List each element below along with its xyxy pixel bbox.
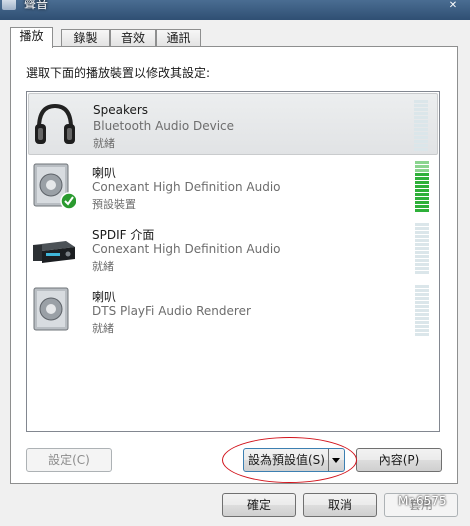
cancel-button[interactable]: 取消 — [303, 493, 377, 517]
meter-segment — [415, 325, 429, 328]
meter-segment — [415, 309, 429, 312]
headphones-icon — [35, 103, 75, 144]
device-name: 喇叭 — [92, 290, 117, 304]
device-item-speakers-dts[interactable]: 喇叭 DTS PlayFi Audio Renderer 就緒 — [28, 279, 438, 341]
device-description: Bluetooth Audio Device — [93, 119, 235, 133]
meter-segment — [415, 231, 429, 234]
meter-segment — [415, 321, 429, 324]
device-name: SPDIF 介面 — [92, 228, 155, 242]
device-item-spdif[interactable]: SPDIF 介面 Conexant High Definition Audio … — [28, 217, 438, 279]
speaker-icon — [33, 287, 69, 331]
meter-segment — [414, 140, 428, 143]
device-description: DTS PlayFi Audio Renderer — [92, 304, 251, 318]
device-name: Speakers — [93, 103, 149, 117]
meter-segment — [415, 185, 429, 188]
properties-button[interactable]: 內容(P) — [356, 448, 442, 472]
meter-segment — [414, 100, 428, 103]
meter-segment — [415, 239, 429, 242]
meter-segment — [415, 301, 429, 304]
meter-segment — [415, 193, 429, 196]
meter-segment — [415, 189, 429, 192]
meter-segment — [415, 247, 429, 250]
meter-segment — [415, 177, 429, 180]
meter-segment — [415, 255, 429, 258]
meter-segment — [415, 201, 429, 204]
meter-segment — [414, 104, 428, 107]
tab-communications[interactable]: 通訊 — [156, 29, 201, 46]
device-status: 就緒 — [93, 137, 115, 150]
device-status: 預設裝置 — [92, 198, 136, 211]
meter-segment — [414, 116, 428, 119]
meter-segment — [414, 108, 428, 111]
sound-app-icon — [2, 0, 16, 10]
configure-button[interactable]: 設定(C) — [26, 448, 112, 472]
meter-segment — [414, 136, 428, 139]
meter-segment — [414, 132, 428, 135]
meter-segment — [415, 289, 429, 292]
device-item-speakers-conexant[interactable]: 喇叭 Conexant High Definition Audio 預設裝置 — [28, 155, 438, 217]
meter-segment — [415, 197, 429, 200]
volume-level-meter — [415, 161, 429, 213]
close-window-button[interactable]: ✕ — [436, 0, 470, 14]
meter-segment — [415, 305, 429, 308]
device-description: Conexant High Definition Audio — [92, 242, 281, 256]
meter-segment — [415, 169, 429, 172]
meter-segment — [415, 161, 429, 164]
meter-segment — [414, 144, 428, 147]
meter-segment — [415, 251, 429, 254]
meter-segment — [415, 271, 429, 274]
meter-segment — [415, 223, 429, 226]
meter-segment — [415, 181, 429, 184]
meter-segment — [414, 112, 428, 115]
watermark-text: Mr.6575 — [398, 494, 447, 508]
tab-playback[interactable]: 播放 — [10, 27, 53, 48]
tab-recording[interactable]: 錄製 — [61, 29, 110, 46]
volume-level-meter — [414, 100, 428, 152]
meter-segment — [415, 235, 429, 238]
meter-segment — [415, 329, 429, 332]
meter-segment — [415, 285, 429, 288]
meter-segment — [415, 297, 429, 300]
meter-segment — [415, 259, 429, 262]
meter-segment — [415, 263, 429, 266]
meter-segment — [414, 128, 428, 131]
device-item-speakers-bluetooth[interactable]: Speakers Bluetooth Audio Device 就緒 — [28, 93, 438, 155]
meter-segment — [415, 165, 429, 168]
volume-level-meter — [415, 223, 429, 275]
device-status: 就緒 — [92, 260, 114, 273]
meter-segment — [415, 293, 429, 296]
meter-segment — [414, 124, 428, 127]
speaker-icon — [33, 163, 76, 210]
volume-level-meter — [415, 285, 429, 337]
meter-segment — [415, 313, 429, 316]
meter-segment — [414, 148, 428, 151]
meter-segment — [415, 205, 429, 208]
playback-device-list[interactable]: Speakers Bluetooth Audio Device 就緒 喇叭 Co… — [26, 91, 440, 432]
tab-sounds[interactable]: 音效 — [110, 29, 156, 46]
device-status: 就緒 — [92, 322, 114, 335]
window-title: 聲音 — [24, 0, 49, 11]
meter-segment — [415, 227, 429, 230]
title-bar: 聲音 ✕ — [0, 0, 470, 20]
device-name: 喇叭 — [92, 166, 117, 180]
meter-segment — [415, 209, 429, 212]
meter-segment — [415, 243, 429, 246]
meter-segment — [415, 317, 429, 320]
ok-button[interactable]: 確定 — [222, 493, 296, 517]
meter-segment — [415, 267, 429, 270]
meter-segment — [414, 120, 428, 123]
meter-segment — [415, 173, 429, 176]
instruction-text: 選取下面的播放裝置以修改其設定: — [26, 66, 211, 80]
device-description: Conexant High Definition Audio — [92, 180, 281, 194]
meter-segment — [415, 333, 429, 336]
receiver-icon — [33, 241, 75, 263]
highlight-circle — [222, 437, 357, 483]
